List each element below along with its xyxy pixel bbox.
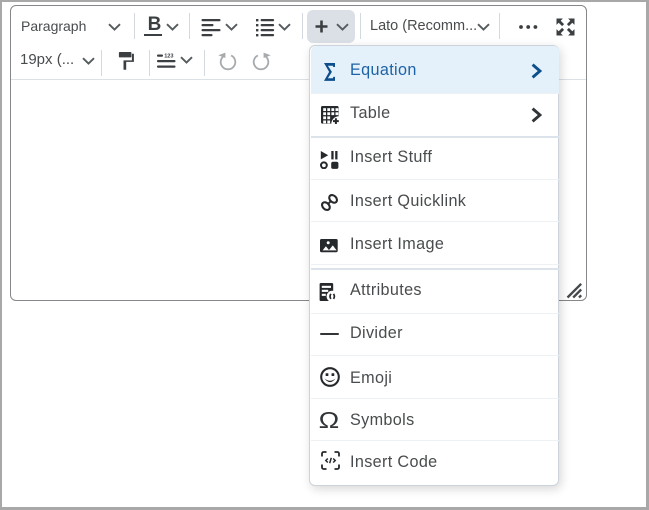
svg-text:123: 123 [164, 53, 173, 59]
